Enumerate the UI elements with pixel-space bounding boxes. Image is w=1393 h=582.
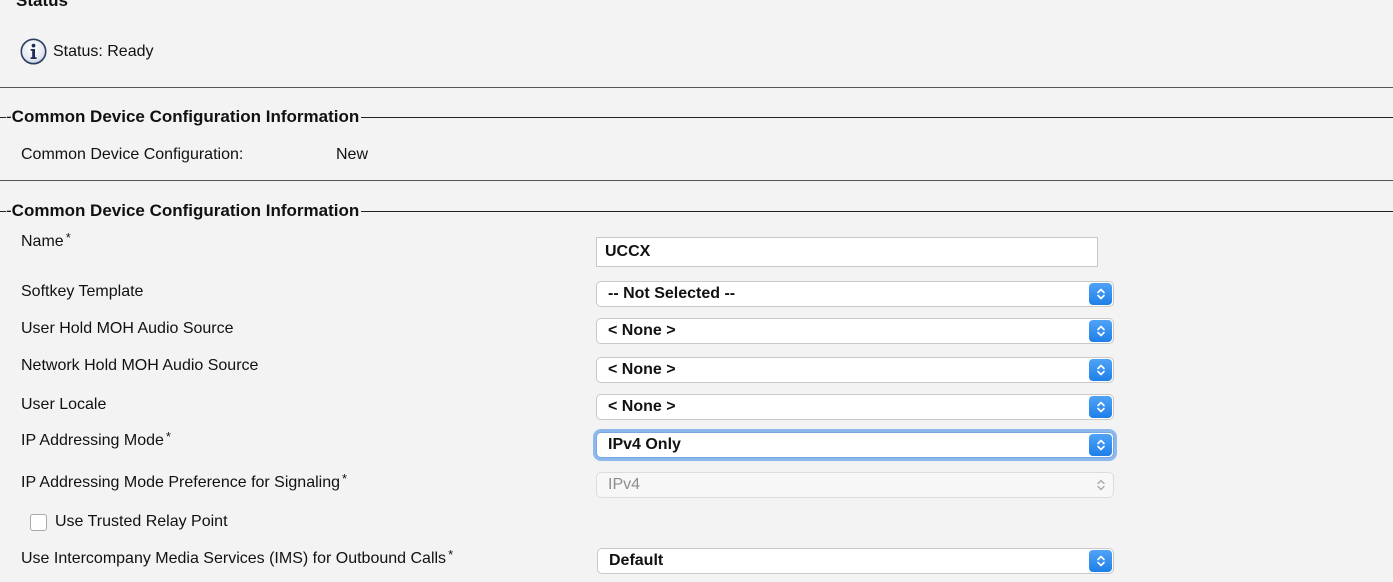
chevron-up-down-icon [1089, 359, 1112, 381]
user-hold-moh-value: < None > [608, 322, 676, 339]
required-marker: * [65, 230, 71, 245]
ip-signaling-preference-select: IPv4 [596, 472, 1114, 498]
required-marker: * [342, 471, 348, 486]
network-hold-moh-label: Network Hold MOH Audio Source [21, 357, 259, 374]
status-section-heading: Status [16, 0, 68, 10]
chevron-up-down-icon [1089, 550, 1112, 572]
network-hold-moh-select[interactable]: < None > [596, 357, 1114, 383]
chevron-up-down-icon [1089, 434, 1112, 456]
chevron-up-down-icon [1089, 320, 1112, 342]
softkey-template-label: Softkey Template [21, 283, 144, 300]
ims-outbound-value: Default [609, 552, 664, 569]
name-label: Name * [21, 230, 71, 251]
form-section-legend-text: Common Device Configuration Information [11, 201, 360, 220]
ip-signaling-preference-value: IPv4 [608, 476, 641, 493]
trusted-relay-checkbox[interactable] [30, 513, 47, 531]
status-text: Status: Ready [53, 42, 154, 60]
ip-addressing-mode-select[interactable]: IPv4 Only [596, 432, 1114, 458]
required-marker: * [448, 547, 454, 562]
form-section-legend: -Common Device Configuration Information [6, 201, 362, 221]
info-section-legend: -Common Device Configuration Information [6, 107, 362, 127]
chevron-up-down-icon [1089, 474, 1112, 496]
user-hold-moh-label: User Hold MOH Audio Source [21, 320, 234, 337]
ims-outbound-label-text: Use Intercompany Media Services (IMS) fo… [21, 550, 447, 567]
name-input[interactable] [596, 237, 1098, 267]
user-locale-value: < None > [608, 398, 676, 415]
ip-addressing-mode-label: IP Addressing Mode * [21, 429, 171, 450]
ims-outbound-select[interactable]: Default [597, 548, 1114, 574]
network-hold-moh-value: < None > [608, 361, 676, 378]
user-locale-label: User Locale [21, 396, 107, 413]
section-divider [0, 180, 1393, 181]
trusted-relay-label: Use Trusted Relay Point [55, 513, 228, 530]
softkey-template-value: -- Not Selected -- [608, 285, 736, 302]
ip-addressing-mode-value: IPv4 Only [608, 436, 681, 453]
user-locale-select[interactable]: < None > [596, 394, 1114, 420]
info-section-legend-text: Common Device Configuration Information [11, 107, 360, 126]
ip-signaling-preference-label-text: IP Addressing Mode Preference for Signal… [21, 474, 341, 491]
chevron-up-down-icon [1089, 283, 1112, 305]
ip-addressing-mode-label-text: IP Addressing Mode [21, 432, 164, 449]
ims-outbound-label: Use Intercompany Media Services (IMS) fo… [21, 547, 454, 568]
user-hold-moh-select[interactable]: < None > [596, 318, 1114, 344]
chevron-up-down-icon [1089, 396, 1112, 418]
status-row: Status: Ready [20, 38, 154, 65]
common-device-config-value: New [336, 146, 369, 163]
required-marker: * [165, 429, 171, 444]
common-device-config-label: Common Device Configuration: [21, 146, 244, 163]
section-divider [0, 87, 1393, 88]
ip-signaling-preference-label: IP Addressing Mode Preference for Signal… [21, 471, 348, 492]
name-label-text: Name [21, 233, 64, 250]
trusted-relay-row[interactable]: Use Trusted Relay Point [30, 513, 228, 531]
softkey-template-select[interactable]: -- Not Selected -- [596, 281, 1114, 307]
info-icon [20, 38, 47, 65]
